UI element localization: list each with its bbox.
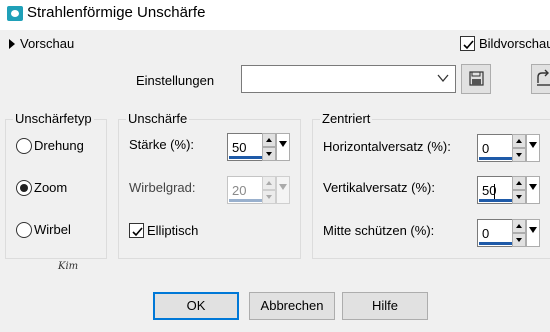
protect-center-down-button[interactable] (512, 233, 526, 247)
expand-triangle-icon[interactable] (9, 39, 15, 49)
strength-slider-bar (229, 156, 262, 159)
signature: Kim (58, 261, 79, 272)
window-title: Strahlenförmige Unschärfe (27, 4, 206, 21)
reset-icon (537, 69, 550, 86)
v-offset-slider-bar (479, 199, 512, 202)
arrow-down-icon (516, 238, 522, 242)
cancel-button[interactable]: Abbrechen (249, 292, 335, 320)
radio-zoom[interactable] (16, 180, 32, 196)
centered-title: Zentriert (320, 111, 373, 126)
strength-up-button[interactable] (262, 133, 276, 147)
strength-slider-button[interactable] (276, 133, 290, 161)
ok-button[interactable]: OK (153, 292, 239, 320)
arrow-up-icon (516, 139, 522, 143)
preview-toggle-label[interactable]: Vorschau (20, 36, 74, 51)
protect-center-slider-bar (479, 242, 512, 245)
checkmark-icon (132, 227, 143, 237)
elliptical-label: Elliptisch (147, 223, 199, 238)
arrow-up-icon (516, 224, 522, 228)
radio-drehung[interactable] (16, 138, 32, 154)
radio-wirbel-label[interactable]: Wirbel (34, 222, 71, 237)
checkmark-icon (463, 40, 474, 50)
elliptical-checkbox[interactable] (129, 223, 144, 238)
v-offset-label: Vertikalversatz (%): (323, 180, 435, 195)
chevron-down-icon (437, 74, 449, 83)
h-offset-slider-button[interactable] (526, 134, 540, 162)
arrow-up-icon (266, 138, 272, 142)
floppy-disk-icon (469, 71, 484, 86)
save-preset-button[interactable] (461, 64, 491, 94)
h-offset-up-button[interactable] (512, 134, 526, 148)
radio-wirbel[interactable] (16, 222, 32, 238)
blur-type-title: Unschärfetyp (13, 111, 94, 126)
settings-dropdown[interactable] (241, 65, 456, 93)
image-preview-label: Bildvorschau (479, 36, 550, 51)
v-offset-down-button[interactable] (512, 190, 526, 204)
radio-zoom-label[interactable]: Zoom (34, 180, 67, 195)
app-icon (7, 6, 23, 21)
radio-drehung-label[interactable]: Drehung (34, 138, 84, 153)
twist-label: Wirbelgrad: (129, 180, 196, 195)
twist-up-button[interactable] (262, 176, 276, 190)
protect-center-up-button[interactable] (512, 219, 526, 233)
arrow-down-icon (516, 153, 522, 157)
arrow-up-icon (516, 181, 522, 185)
twist-slider-button[interactable] (276, 176, 290, 204)
h-offset-down-button[interactable] (512, 148, 526, 162)
settings-label: Einstellungen (136, 73, 215, 88)
radio-selected-dot (20, 184, 28, 192)
image-preview-checkbox[interactable] (460, 36, 475, 51)
v-offset-up-button[interactable] (512, 176, 526, 190)
h-offset-label: Horizontalversatz (%): (323, 139, 451, 154)
arrow-up-icon (266, 181, 272, 185)
protect-center-slider-button[interactable] (526, 219, 540, 247)
protect-center-label: Mitte schützen (%): (323, 223, 435, 238)
help-button[interactable]: Hilfe (342, 292, 428, 320)
strength-label: Stärke (%): (129, 137, 195, 152)
blur-title: Unschärfe (126, 111, 190, 126)
arrow-down-icon (266, 195, 272, 199)
v-offset-slider-button[interactable] (526, 176, 540, 204)
twist-down-button[interactable] (262, 190, 276, 204)
text-caret (494, 184, 495, 199)
reset-preset-button[interactable] (531, 64, 550, 94)
arrow-down-icon (266, 152, 272, 156)
strength-down-button[interactable] (262, 147, 276, 161)
arrow-down-icon (516, 195, 522, 199)
h-offset-slider-bar (479, 157, 512, 160)
twist-slider-bar (229, 199, 262, 202)
